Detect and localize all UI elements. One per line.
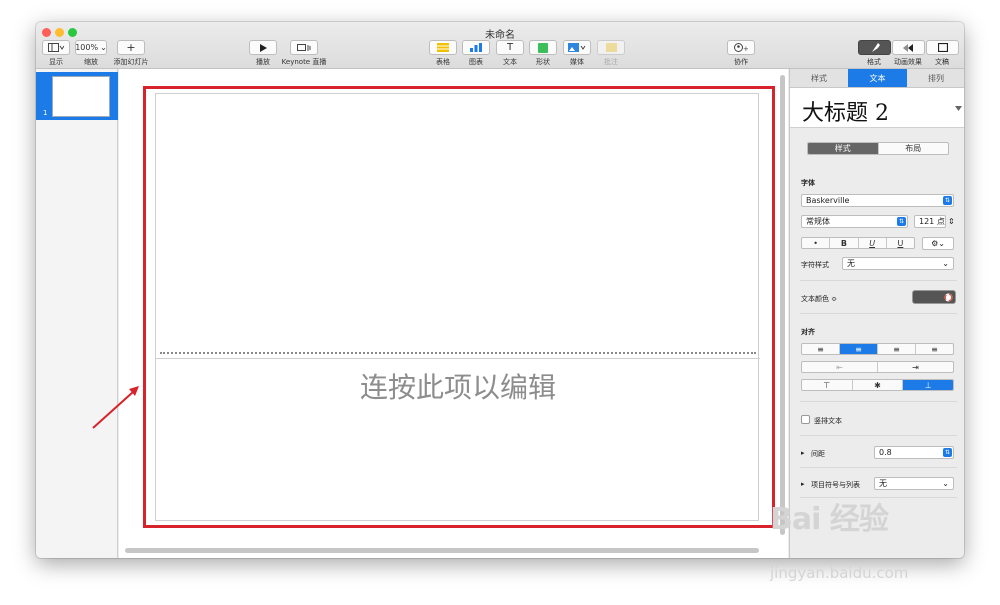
watermark-url: jingyan.baidu.com [770, 564, 909, 582]
baidu-jingyan-watermark: Bai 经验 jingyan.baidu.com [770, 494, 990, 594]
watermark-logo: Bai 经验 [770, 502, 889, 537]
